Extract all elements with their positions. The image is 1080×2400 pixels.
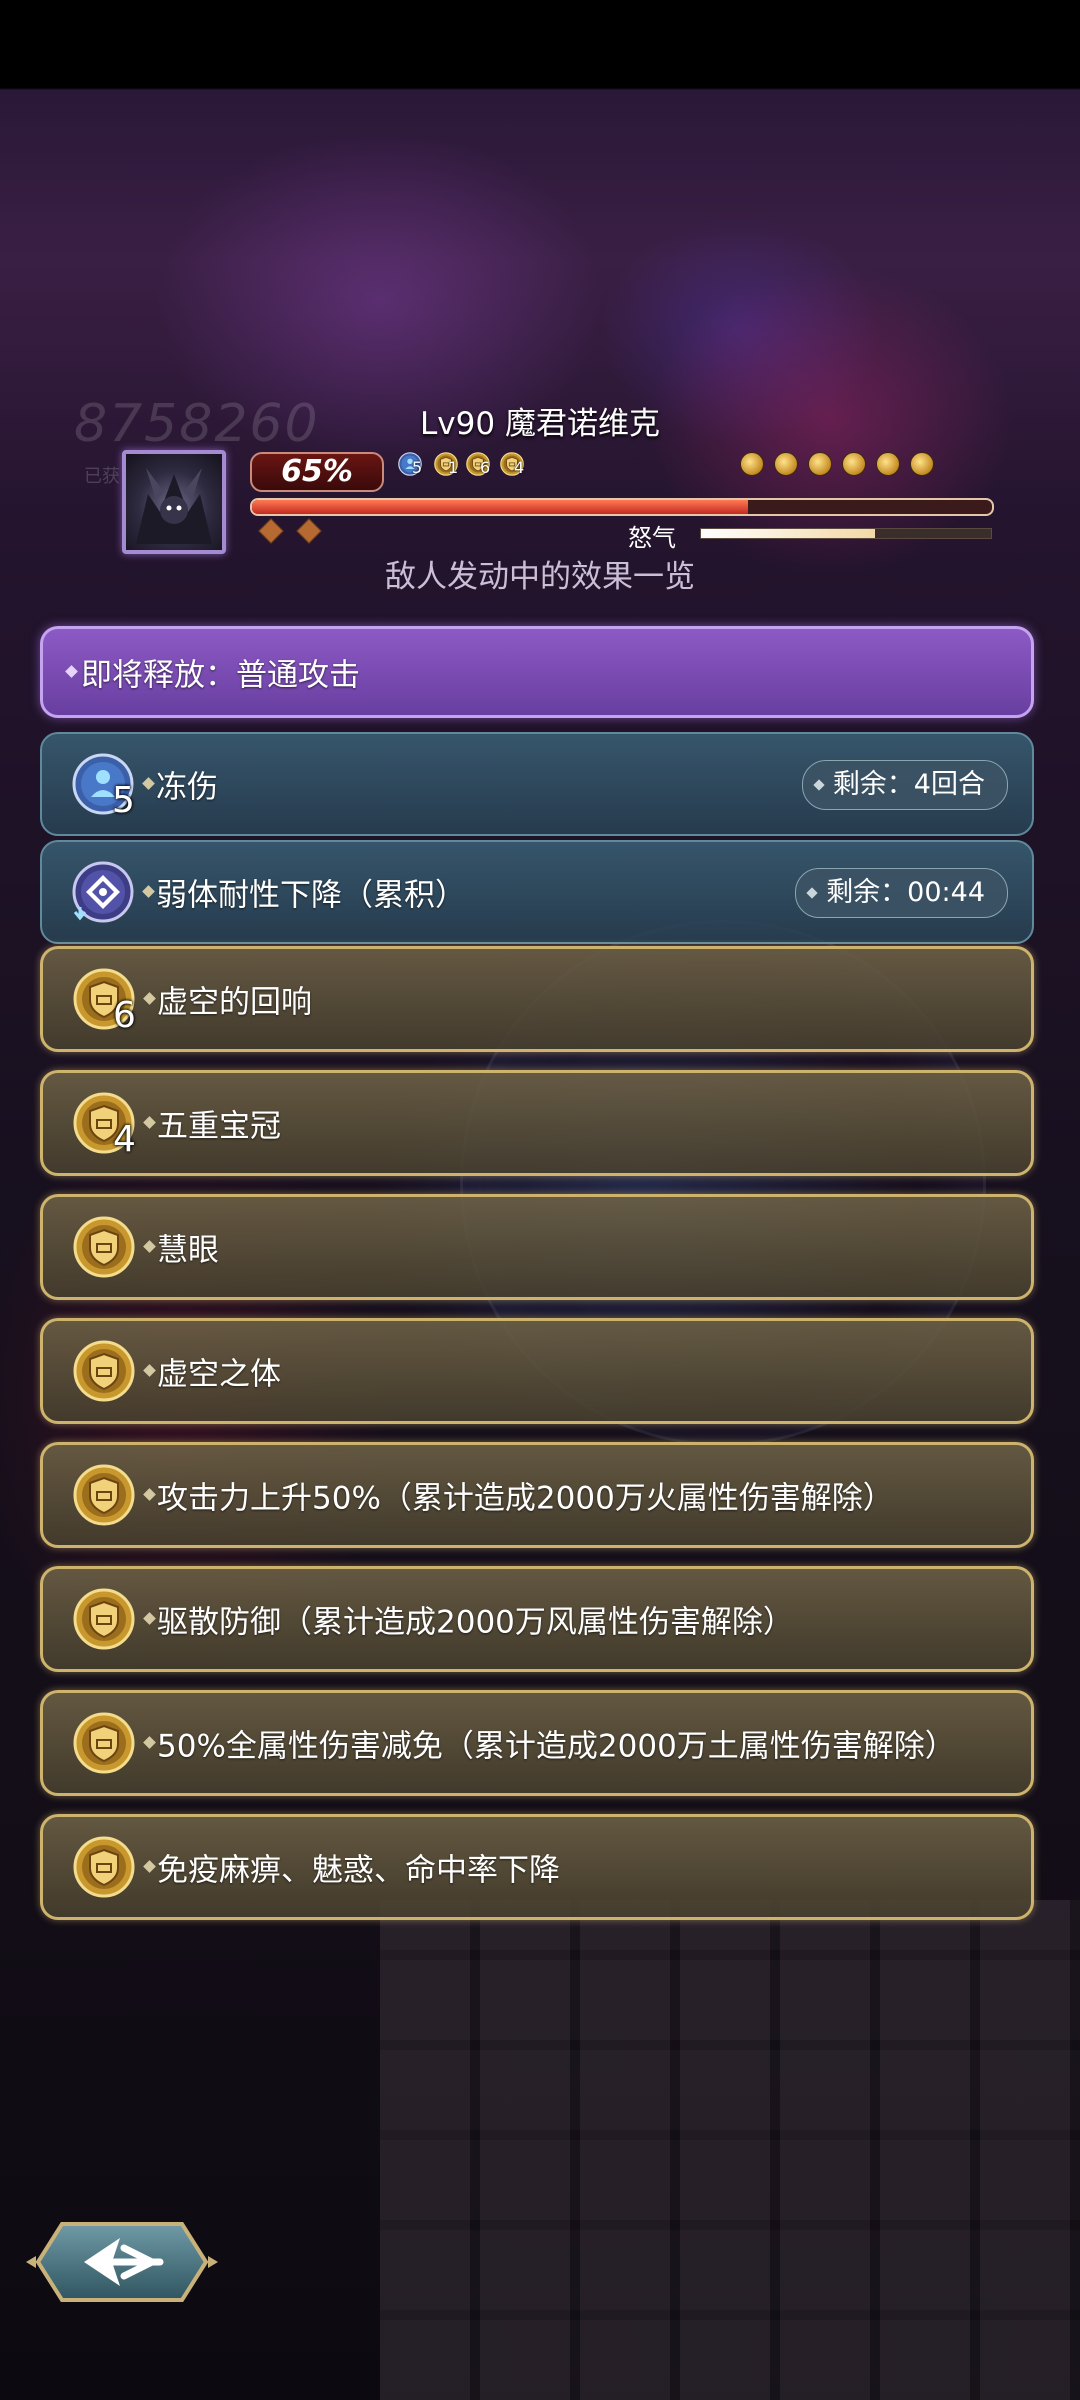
buff-row: 4 五重宝冠: [40, 1070, 1034, 1176]
shield-icon: [73, 1588, 135, 1650]
debuff-row: 5 冻伤 剩余：4回合: [40, 732, 1034, 836]
stack-count: 5: [112, 780, 135, 821]
effect-name: 冻伤: [156, 769, 218, 806]
bullet-icon: [65, 665, 78, 678]
effect-name: 驱散防御（累计造成2000万风属性伤害解除）: [157, 1604, 794, 1641]
bullet-icon: [143, 1488, 156, 1501]
bullet-icon: [143, 1860, 156, 1873]
bullet-icon: [143, 1736, 156, 1749]
shield-icon: [73, 1712, 135, 1774]
buff-row: 慧眼: [40, 1194, 1034, 1300]
remaining-duration-badge: 剩余：4回合: [801, 760, 1008, 810]
buff-row: 攻击力上升50%（累计造成2000万火属性伤害解除）: [40, 1442, 1034, 1548]
stack-count: 6: [113, 995, 136, 1036]
break-coin-icon: [842, 452, 866, 476]
shield-icon: [73, 1216, 135, 1278]
panel-title: 敌人发动中的效果一览: [385, 559, 695, 595]
score-caption: 已获: [84, 466, 120, 487]
effect-name: 50%全属性伤害减免（累计造成2000万土属性伤害解除）: [157, 1728, 956, 1765]
bullet-icon: [142, 885, 155, 898]
status-count: 5: [412, 458, 423, 477]
effect-name: 虚空的回响: [157, 984, 312, 1021]
bullet-icon: [143, 1116, 156, 1129]
shield-icon: 6: [466, 452, 491, 477]
effect-name: 攻击力上升50%（累计造成2000万火属性伤害解除）: [157, 1480, 894, 1517]
shield-icon: [73, 1464, 135, 1526]
back-button[interactable]: [24, 2218, 220, 2306]
bullet-icon: [142, 777, 155, 790]
buff-row: 6 虚空的回响: [40, 946, 1034, 1052]
rage-bar: [700, 528, 992, 539]
effect-name: 五重宝冠: [157, 1108, 281, 1145]
stone-floor: [380, 1900, 1080, 2400]
status-count: 1: [448, 458, 459, 477]
buff-row: 驱散防御（累计造成2000万风属性伤害解除）: [40, 1566, 1034, 1672]
boss-name: Lv90 魔君诺维克: [420, 406, 660, 442]
rage-label: 怒气: [628, 524, 676, 552]
rage-fill: [701, 529, 875, 538]
status-count: 6: [480, 458, 491, 477]
bullet-icon: [143, 1240, 156, 1253]
shield-icon: 4: [500, 452, 525, 477]
next-action-label: 即将释放：普通攻击: [81, 657, 360, 694]
next-action-row: 即将释放：普通攻击: [40, 626, 1034, 718]
weakness-down-icon: [72, 861, 134, 923]
effect-name: 免疫麻痹、魅惑、命中率下降: [157, 1852, 560, 1889]
buff-row: 虚空之体: [40, 1318, 1034, 1424]
buff-row: 免疫麻痹、魅惑、命中率下降: [40, 1814, 1034, 1920]
bullet-icon: [143, 1364, 156, 1377]
buff-row: 50%全属性伤害减免（累计造成2000万土属性伤害解除）: [40, 1690, 1034, 1796]
damage-score: 8758260: [74, 394, 320, 454]
boss-portrait: [122, 450, 226, 554]
bullet-icon: [143, 992, 156, 1005]
boss-hp-bar: [250, 498, 994, 516]
boss-hp-fill: [252, 500, 748, 514]
break-coin-icon: [740, 452, 764, 476]
hp-percent: 65%: [250, 452, 384, 492]
frost-icon: 5: [398, 452, 423, 477]
bullet-icon: [143, 1612, 156, 1625]
status-count: 4: [514, 458, 525, 477]
break-coin-icon: [910, 452, 934, 476]
break-coin-icon: [876, 452, 900, 476]
shield-icon: [73, 1836, 135, 1898]
debuff-row: 弱体耐性下降（累积） 剩余：00:44: [40, 840, 1034, 944]
break-coin-icon: [774, 452, 798, 476]
effect-name: 弱体耐性下降（累积）: [156, 877, 466, 914]
effect-name: 慧眼: [157, 1232, 219, 1269]
remaining-duration-badge: 剩余：00:44: [795, 868, 1008, 918]
break-coin-icon: [808, 452, 832, 476]
effect-name: 虚空之体: [157, 1356, 281, 1393]
weakness-icon: 1: [434, 452, 459, 477]
shield-icon: [73, 1340, 135, 1402]
stack-count: 4: [113, 1119, 136, 1160]
